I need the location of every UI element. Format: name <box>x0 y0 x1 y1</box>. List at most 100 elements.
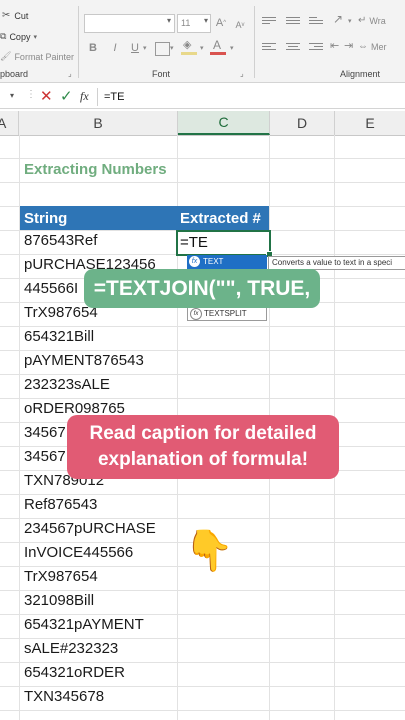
read-caption-overlay: Read caption for detailed explanation of… <box>67 415 339 479</box>
italic-button[interactable]: I <box>108 40 122 56</box>
string-cell[interactable]: TrX987654 <box>24 304 98 321</box>
string-cell[interactable]: 34567 <box>24 448 66 465</box>
grid-row-line <box>0 638 405 639</box>
dialog-launcher-icon[interactable]: ⌟ <box>240 69 244 78</box>
chevron-down-icon: ▾ <box>166 16 171 25</box>
cancel-icon[interactable]: ✕ <box>40 87 53 105</box>
string-cell[interactable]: 34567 <box>24 424 66 441</box>
chevron-down-icon[interactable]: ▾ <box>170 44 174 52</box>
autocomplete-item-text[interactable]: fx TEXT <box>187 255 267 269</box>
chevron-down-icon: ▾ <box>203 16 208 25</box>
string-cell[interactable]: pAYMENT876543 <box>24 352 144 369</box>
grid-row-line <box>0 494 405 495</box>
font-color-button[interactable]: A <box>210 38 226 56</box>
grid-row-line <box>0 710 405 711</box>
formula-input[interactable]: =TE <box>104 91 124 103</box>
formula-caption-overlay: =TEXTJOIN("", TRUE, <box>84 269 320 308</box>
increase-indent-icon[interactable]: ⇥ <box>344 39 353 52</box>
column-header-b[interactable]: B <box>19 111 178 135</box>
string-cell[interactable]: 876543Ref <box>24 232 97 249</box>
fill-color-button[interactable]: ◈ <box>181 38 197 56</box>
sheet-heading[interactable]: Extracting Numbers <box>24 161 167 178</box>
scissors-icon: ✂ <box>2 10 11 21</box>
font-size-dropdown[interactable]: 11 ▾ <box>177 14 211 33</box>
wrap-text-icon: ↵ <box>358 15 367 26</box>
string-cell[interactable]: 654321Bill <box>24 328 94 345</box>
grid-row-line <box>0 590 405 591</box>
read-caption-line-1: Read caption for detailed <box>89 423 317 444</box>
chevron-down-icon[interactable]: ▾ <box>200 44 204 52</box>
table-header-string[interactable]: String <box>20 206 178 230</box>
string-cell[interactable]: 232323sALE <box>24 376 110 393</box>
grid-row-line <box>0 158 405 159</box>
function-tooltip: Converts a value to text in a speci <box>268 256 405 270</box>
grid-row-line <box>0 182 405 183</box>
column-header-e[interactable]: E <box>335 111 405 135</box>
column-header-a[interactable]: A <box>0 111 19 135</box>
column-header-d[interactable]: D <box>270 111 335 135</box>
string-cell[interactable]: 321098Bill <box>24 592 94 609</box>
string-cell[interactable]: sALE#232323 <box>24 640 118 657</box>
grid-row-line <box>0 326 405 327</box>
top-align-icon[interactable] <box>262 15 276 26</box>
copy-button[interactable]: ⧉ Copy ▾ <box>0 31 37 42</box>
string-cell[interactable]: InVOICE445566 <box>24 544 133 561</box>
paintbrush-icon: 🖌 <box>0 51 12 61</box>
merge-center-button[interactable]: ⇔ Mer <box>358 41 387 52</box>
chevron-down-icon[interactable]: ▾ <box>230 44 234 52</box>
wrap-text-button[interactable]: ↵ Wra <box>358 15 386 26</box>
chevron-down-icon[interactable]: ▾ <box>348 17 352 25</box>
divider <box>78 6 79 78</box>
merge-icon: ⇔ <box>358 41 368 52</box>
function-icon: fx <box>189 256 200 267</box>
active-cell[interactable]: =TE <box>176 230 273 258</box>
font-color-swatch <box>210 52 226 55</box>
copy-icon: ⧉ <box>0 31 7 41</box>
table-header-extracted[interactable]: Extracted # <box>178 206 269 230</box>
format-painter-button[interactable]: 🖌 Format Painter <box>0 51 74 62</box>
font-name-dropdown[interactable]: ▾ <box>84 14 175 33</box>
clipboard-group-label: pboard <box>0 69 29 79</box>
grid-row-line <box>0 398 405 399</box>
enter-checkmark-icon[interactable]: ✓ <box>60 87 73 105</box>
string-cell[interactable]: 234567pURCHASE <box>24 520 156 537</box>
bottom-align-icon[interactable] <box>309 15 323 26</box>
read-caption-line-2: explanation of formula! <box>97 449 309 470</box>
insert-function-button[interactable]: fx <box>80 89 89 104</box>
string-cell[interactable]: 445566I <box>24 280 78 297</box>
name-box-dropdown-icon[interactable]: ▾ <box>10 91 14 100</box>
grid-row-line <box>0 614 405 615</box>
dialog-launcher-icon[interactable]: ⌟ <box>68 69 72 78</box>
grid-row-line <box>0 374 405 375</box>
chevron-down-icon: ▾ <box>33 33 37 41</box>
borders-icon[interactable] <box>155 42 170 56</box>
orientation-icon[interactable]: ↗ <box>333 12 343 26</box>
string-cell[interactable]: 654321pAYMENT <box>24 616 144 633</box>
align-center-icon[interactable] <box>286 41 300 52</box>
column-headers: A B C D E <box>0 111 405 136</box>
grid-row-line <box>0 518 405 519</box>
string-cell[interactable]: TrX987654 <box>24 568 98 585</box>
decrease-indent-icon[interactable]: ⇤ <box>330 39 339 52</box>
column-header-c[interactable]: C <box>178 111 270 135</box>
increase-font-size-button[interactable]: A ^ <box>214 14 228 31</box>
string-cell[interactable]: Ref876543 <box>24 496 97 513</box>
fill-color-swatch <box>181 52 197 55</box>
more-options-icon[interactable]: ⋮ <box>26 89 36 100</box>
underline-button[interactable]: U <box>128 40 142 56</box>
align-right-icon[interactable] <box>309 41 323 52</box>
string-cell[interactable]: TXN345678 <box>24 688 104 705</box>
decrease-font-size-button[interactable]: Av <box>233 16 247 33</box>
align-left-icon[interactable] <box>262 41 276 52</box>
formula-bar: ▾ ⋮ ✕ ✓ fx =TE <box>0 86 405 109</box>
autocomplete-item-textsplit[interactable]: fx TEXTSPLIT <box>187 306 267 321</box>
worksheet-grid[interactable]: Extracting Numbers String Extracted # 87… <box>0 135 405 720</box>
grid-row-line <box>0 350 405 351</box>
middle-align-icon[interactable] <box>286 15 300 26</box>
bold-button[interactable]: B <box>86 40 100 56</box>
cut-button[interactable]: ✂ Cut <box>2 10 28 21</box>
string-cell[interactable]: 654321oRDER <box>24 664 125 681</box>
grid-row-line <box>0 662 405 663</box>
ribbon: ✂ Cut ⧉ Copy ▾ 🖌 Format Painter pboard ⌟… <box>0 0 405 83</box>
chevron-down-icon[interactable]: ▾ <box>143 44 147 52</box>
